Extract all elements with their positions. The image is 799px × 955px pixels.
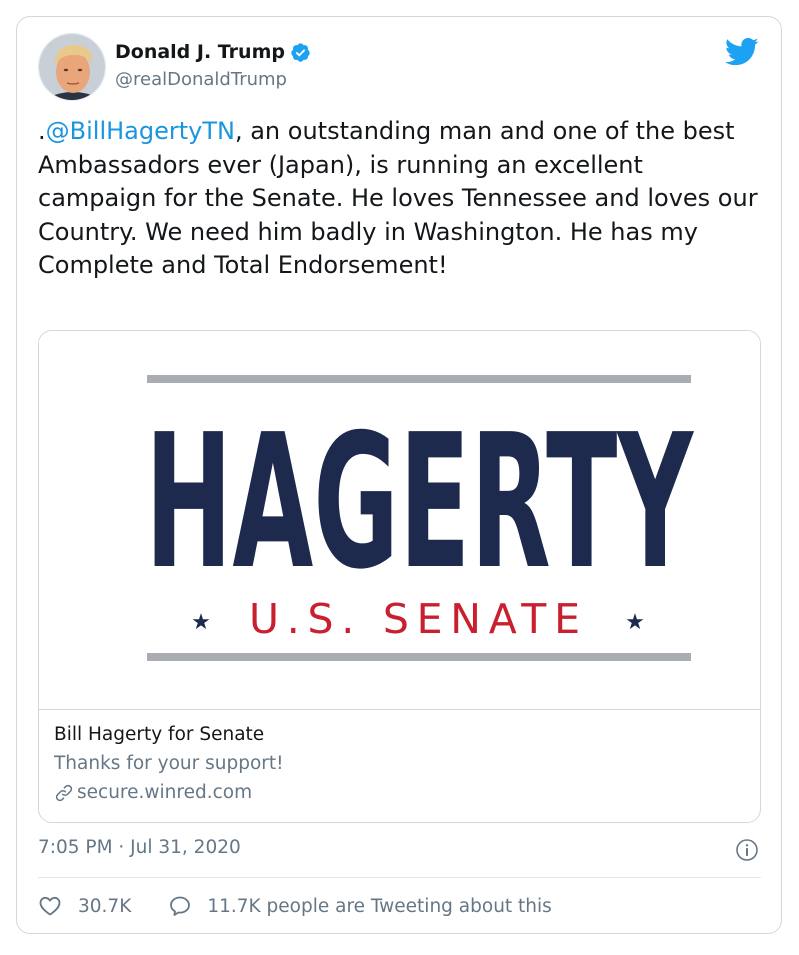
action-bar: 30.7K 11.7K people are Tweeting about th… [38, 894, 552, 918]
star-left-icon: ★ [191, 610, 211, 635]
link-icon [55, 784, 73, 801]
link-card[interactable]: HAGERTY ★ U.S. SENATE ★ Bill Hagerty for… [38, 330, 761, 823]
heart-icon [39, 896, 61, 916]
star-right-icon: ★ [625, 610, 645, 635]
logo-word: HAGERTY [145, 394, 694, 610]
avatar-image [39, 34, 105, 100]
like-button[interactable]: 30.7K [38, 894, 131, 918]
card-link[interactable]: secure.winred.com [54, 782, 252, 803]
separator [38, 877, 761, 878]
like-count: 30.7K [78, 895, 132, 917]
card-divider [39, 709, 760, 710]
tweeting-count-text: 11.7K people are Tweeting about this [207, 895, 552, 917]
card-domain: secure.winred.com [77, 782, 253, 803]
tweet-text-prefix: . [38, 117, 46, 145]
avatar[interactable] [38, 33, 106, 101]
hagerty-logo: HAGERTY ★ U.S. SENATE ★ [145, 375, 694, 661]
card-title[interactable]: Bill Hagerty for Senate [54, 724, 264, 745]
card-description: Thanks for your support! [54, 753, 284, 774]
mention-link[interactable]: @BillHagertyTN [46, 117, 235, 145]
verified-badge-icon [291, 42, 310, 62]
timestamp[interactable]: 7:05 PM · Jul 31, 2020 [38, 837, 241, 858]
twitter-bird-icon[interactable] [725, 37, 759, 67]
author-name[interactable]: Donald J. Trump [115, 41, 285, 63]
card-image[interactable]: HAGERTY ★ U.S. SENATE ★ [39, 331, 760, 709]
logo-bottom-bar [147, 653, 691, 661]
author-name-row[interactable]: Donald J. Trump [115, 41, 311, 63]
author-handle[interactable]: @realDonaldTrump [115, 69, 287, 90]
tweet-text: .@BillHagertyTN, an outstanding man and … [38, 115, 763, 283]
tweet-card: Donald J. Trump @realDonaldTrump .@BillH… [16, 16, 782, 934]
tweeting-about-link[interactable]: 11.7K people are Tweeting about this [168, 894, 552, 918]
speech-bubble-icon [170, 896, 191, 916]
logo-subtitle: U.S. SENATE [249, 595, 589, 643]
info-icon[interactable] [735, 838, 759, 862]
logo-top-bar [147, 375, 691, 383]
